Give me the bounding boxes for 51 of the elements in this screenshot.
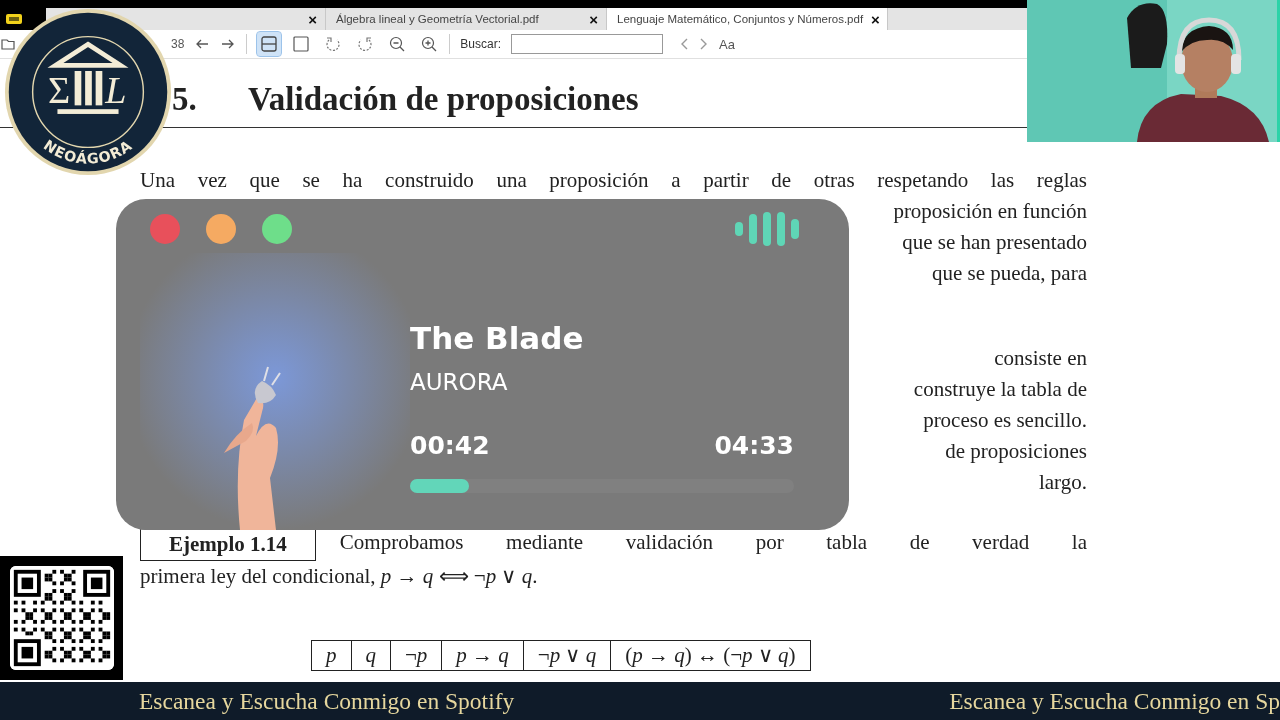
window-button[interactable] — [262, 214, 292, 244]
table-header-cell-text: (p → q) ↔ (¬p ∨ q) — [624, 642, 797, 669]
page-count: 38 — [171, 37, 185, 51]
close-button[interactable]: × — [871, 10, 880, 28]
zoom-in-icon — [420, 35, 439, 53]
ticker-text: Escanea y Escucha Conmigo en Spotify — [139, 687, 515, 715]
window-button[interactable] — [206, 214, 236, 244]
section-number: 5. — [172, 80, 198, 119]
fit-page-icon — [260, 35, 279, 53]
paragraph-text: Una vez que se ha construido una proposición a partir de otras respetando las reglas — [140, 167, 1087, 194]
page-icon — [292, 35, 311, 53]
paragraph-text: que se pueda, para — [931, 260, 1087, 287]
tab[interactable]: Lenguaje Matemático, Conjuntos y Números.pdf × — [607, 8, 888, 30]
paragraph-text: proceso es sencillo. — [923, 407, 1087, 434]
example-text: Comprobamos mediante validación por tabla de verdad la — [339, 529, 1087, 556]
table-header-cell: q — [351, 641, 391, 670]
duration-time: 04:33 — [714, 431, 794, 461]
paragraph-text: que se han presentado — [902, 229, 1087, 256]
text-size-button[interactable]: Aa — [719, 36, 735, 52]
zoom-out-icon — [388, 35, 407, 53]
paragraph-text: de proposiciones — [945, 438, 1087, 465]
track-title: The Blade — [410, 319, 585, 357]
elapsed-time: 00:42 — [410, 431, 490, 461]
paragraph-text: largo. — [1038, 469, 1087, 496]
logo-letter: Σ — [47, 69, 71, 112]
close-button[interactable]: × — [589, 10, 598, 28]
paragraph-text: proposición en función — [893, 198, 1087, 225]
section-title: Validación de proposiciones — [248, 81, 639, 117]
tab-title[interactable]: Álgebra lineal y Geometría Vectorial.pdf — [336, 13, 539, 25]
folder-icon[interactable] — [1, 38, 15, 50]
qr-code-icon — [9, 566, 114, 670]
previous-icon[interactable] — [679, 37, 690, 51]
rotate-right-icon — [358, 37, 372, 52]
paragraph-text: consiste en — [994, 345, 1087, 372]
temple-icon — [47, 41, 129, 114]
artist-name: AURORA — [410, 368, 509, 397]
table-header-cell: p → q — [442, 641, 524, 670]
table-header-cell: ¬p ∨ q — [523, 641, 612, 670]
example-text: primera ley del condicional, p → q ⟺ ¬p ∨ q. — [140, 563, 538, 590]
search-label: Buscar: — [460, 37, 502, 51]
toolbar-button[interactable] — [257, 32, 282, 56]
search-field[interactable] — [511, 34, 664, 54]
rotate-left-icon — [326, 37, 340, 52]
close-button[interactable]: × — [308, 10, 317, 28]
table-header-cell: ¬p — [391, 641, 443, 670]
table-header-cell: p — [312, 641, 352, 670]
app-icon — [6, 14, 22, 24]
paragraph-text: construye la tabla de — [913, 376, 1087, 403]
ticker-text: Escanea y Escucha Conmigo en Sp — [949, 687, 1280, 715]
logo-letter: L — [105, 69, 127, 112]
tab-title[interactable]: Lenguaje Matemático, Conjuntos y Números.pdf — [617, 13, 864, 25]
